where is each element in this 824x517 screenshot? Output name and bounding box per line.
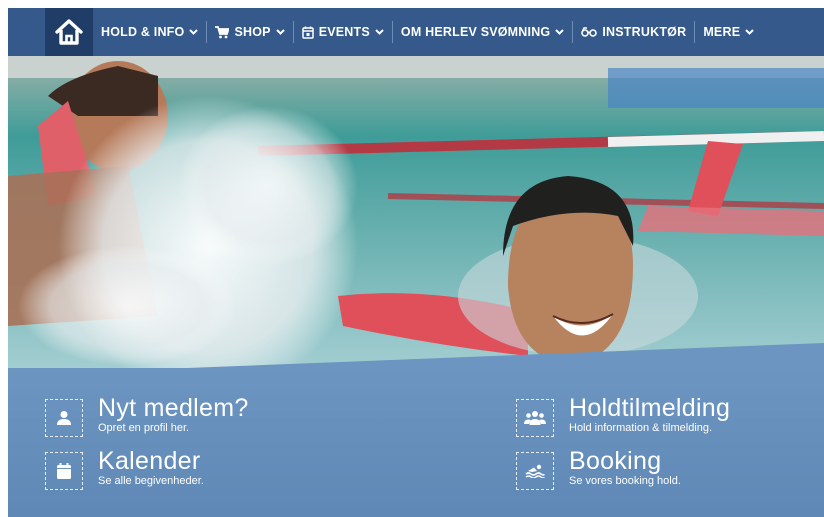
link-title: Booking <box>569 447 662 475</box>
link-booking[interactable]: Booking Se vores booking hold. <box>516 447 681 490</box>
link-subtitle: Se vores booking hold. <box>569 475 681 487</box>
chevron-down-icon <box>275 29 285 35</box>
calendar-icon <box>301 26 314 39</box>
nav-label: HOLD & INFO <box>101 25 185 39</box>
link-kalender[interactable]: Kalender Se alle begivenheder. <box>45 447 204 490</box>
quick-links-banner <box>8 368 824 517</box>
nav-om-herlev-svomning[interactable]: OM HERLEV SVØMNING <box>393 8 572 56</box>
cart-icon <box>215 25 230 39</box>
link-title: Kalender <box>98 447 201 475</box>
group-icon <box>516 399 554 437</box>
chevron-down-icon <box>375 29 384 35</box>
link-subtitle: Opret en profil her. <box>98 422 190 434</box>
chevron-down-icon <box>555 29 565 35</box>
main-navigation: HOLD & INFO SHOP EVENTS OM HERLEV SVØMNI… <box>8 8 824 56</box>
link-subtitle: Hold information & tilmelding. <box>569 422 713 434</box>
link-title: Holdtilmelding <box>569 394 731 422</box>
home-icon <box>55 19 83 45</box>
chevron-down-icon <box>189 29 199 35</box>
nav-label: OM HERLEV SVØMNING <box>400 25 551 39</box>
link-subtitle: Se alle begivenheder. <box>98 475 204 487</box>
hero-image <box>8 56 824 376</box>
page: HOLD & INFO SHOP EVENTS OM HERLEV SVØMNI… <box>8 8 824 517</box>
link-title: Nyt medlem? <box>98 394 249 422</box>
nav-label: SHOP <box>234 25 271 39</box>
nav-mere[interactable]: MERE <box>695 8 762 56</box>
calendar-icon <box>45 452 83 490</box>
glasses-icon <box>581 26 598 38</box>
nav-shop[interactable]: SHOP <box>207 8 292 56</box>
nav-instruktor[interactable]: INSTRUKTØR <box>573 8 694 56</box>
home-button[interactable] <box>45 8 93 56</box>
nav-label: INSTRUKTØR <box>602 25 687 39</box>
nav-events[interactable]: EVENTS <box>294 8 392 56</box>
user-icon <box>45 399 83 437</box>
nav-label: EVENTS <box>318 25 370 39</box>
chevron-down-icon <box>745 29 754 35</box>
link-nyt-medlem[interactable]: Nyt medlem? Opret en profil her. <box>45 394 249 437</box>
swimmer-icon <box>516 452 554 490</box>
link-holdtilmelding[interactable]: Holdtilmelding Hold information & tilmel… <box>516 394 731 437</box>
nav-label: MERE <box>703 25 741 39</box>
nav-hold-info[interactable]: HOLD & INFO <box>93 8 206 56</box>
